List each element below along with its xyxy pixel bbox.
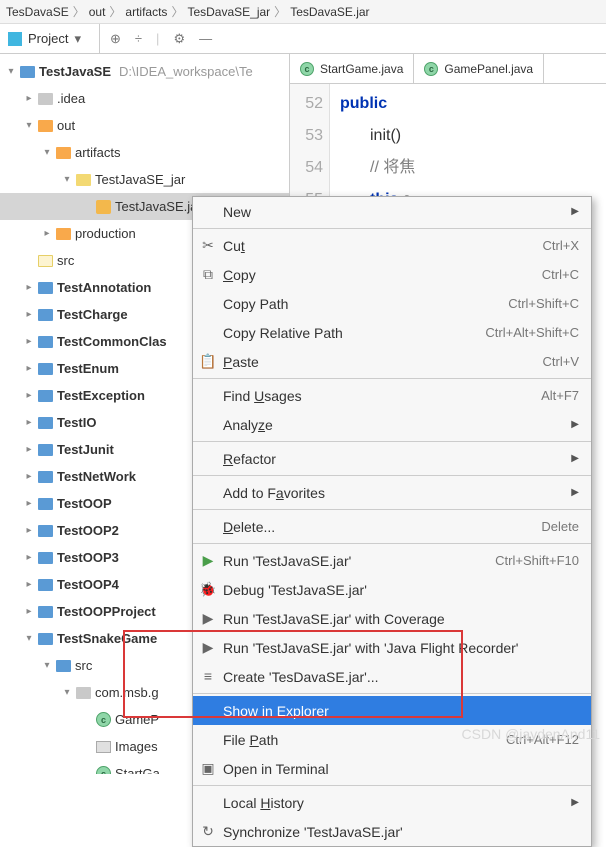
module-icon — [38, 471, 53, 483]
module-icon — [38, 525, 53, 537]
module-icon — [38, 309, 53, 321]
menu-show-explorer[interactable]: Show in Explorer — [193, 696, 591, 725]
folder-icon — [38, 120, 53, 132]
crumb-4[interactable]: TesDavaSE.jar — [290, 5, 369, 19]
package-icon — [76, 687, 91, 699]
chevron-right-icon: ▶ — [571, 419, 579, 430]
menu-copy[interactable]: ⧉CopyCtrl+C — [193, 260, 591, 289]
tree-artifacts[interactable]: ▾artifacts — [0, 139, 289, 166]
debug-icon: 🐞 — [199, 581, 217, 598]
menu-run-coverage[interactable]: ▶Run 'TestJavaSE.jar' with Coverage — [193, 604, 591, 633]
module-icon — [38, 336, 53, 348]
menu-local-history[interactable]: Local History▶ — [193, 788, 591, 817]
paste-icon: 📋 — [199, 353, 217, 370]
toolbar: Project ▾ ⊕ ÷ | ⚙ — — [0, 24, 606, 54]
terminal-icon: ▣ — [199, 760, 217, 777]
coverage-icon: ▶ — [199, 610, 217, 627]
menu-debug[interactable]: 🐞Debug 'TestJavaSE.jar' — [193, 575, 591, 604]
tree-out[interactable]: ▾out — [0, 112, 289, 139]
context-menu: New▶ ✂CutCtrl+X ⧉CopyCtrl+C Copy PathCtr… — [192, 196, 592, 847]
menu-open-terminal[interactable]: ▣Open in Terminal — [193, 754, 591, 783]
sync-icon: ↻ — [199, 823, 217, 840]
module-icon — [38, 282, 53, 294]
module-icon — [38, 579, 53, 591]
hide-icon[interactable]: — — [199, 31, 212, 46]
copy-icon: ⧉ — [199, 266, 217, 283]
run-icon: ▶ — [199, 552, 217, 569]
folder-icon — [56, 660, 71, 672]
create-icon: ≡ — [199, 668, 217, 684]
menu-run-jfr[interactable]: ▶Run 'TestJavaSE.jar' with 'Java Flight … — [193, 633, 591, 662]
class-icon — [96, 741, 111, 753]
folder-icon — [76, 174, 91, 186]
menu-refactor[interactable]: Refactor▶ — [193, 444, 591, 473]
class-icon: c — [424, 62, 438, 76]
project-label: Project — [28, 31, 68, 46]
module-icon — [38, 417, 53, 429]
class-icon: c — [96, 712, 111, 727]
module-icon — [38, 444, 53, 456]
chevron-right-icon: ▶ — [571, 797, 579, 808]
project-icon — [8, 32, 22, 46]
tab-gamepanel[interactable]: cGamePanel.java — [414, 54, 544, 83]
project-dropdown[interactable]: Project ▾ — [0, 24, 100, 53]
chevron-right-icon: ▶ — [571, 453, 579, 464]
menu-cut[interactable]: ✂CutCtrl+X — [193, 231, 591, 260]
module-icon — [38, 633, 53, 645]
crumb-3[interactable]: TesDavaSE_jar — [187, 5, 270, 19]
menu-find-usages[interactable]: Find UsagesAlt+F7 — [193, 381, 591, 410]
menu-analyze[interactable]: Analyze▶ — [193, 410, 591, 439]
module-icon — [38, 498, 53, 510]
jfr-icon: ▶ — [199, 639, 217, 656]
folder-icon — [56, 147, 71, 159]
folder-icon — [38, 255, 53, 267]
folder-icon — [56, 228, 71, 240]
tree-root[interactable]: ▾TestJavaSED:\IDEA_workspace\Te — [0, 58, 289, 85]
class-icon: c — [96, 766, 111, 774]
tree-idea[interactable]: ▸.idea — [0, 85, 289, 112]
crumb-0[interactable]: TesDavaSE — [6, 5, 69, 19]
collapse-icon[interactable]: ÷ — [135, 31, 142, 46]
menu-synchronize[interactable]: ↻Synchronize 'TestJavaSE.jar' — [193, 817, 591, 846]
menu-favorites[interactable]: Add to Favorites▶ — [193, 478, 591, 507]
editor-tabs: cStartGame.java cGamePanel.java — [290, 54, 606, 84]
menu-file-path[interactable]: File PathCtrl+Alt+F12 — [193, 725, 591, 754]
menu-copy-path[interactable]: Copy PathCtrl+Shift+C — [193, 289, 591, 318]
menu-run[interactable]: ▶Run 'TestJavaSE.jar'Ctrl+Shift+F10 — [193, 546, 591, 575]
module-icon — [38, 390, 53, 402]
folder-icon — [38, 93, 53, 105]
menu-new[interactable]: New▶ — [193, 197, 591, 226]
class-icon: c — [300, 62, 314, 76]
menu-delete[interactable]: Delete...Delete — [193, 512, 591, 541]
tree-jar-dir[interactable]: ▾TestJavaSE_jar — [0, 166, 289, 193]
chevron-down-icon: ▾ — [74, 31, 81, 47]
crumb-2[interactable]: artifacts — [125, 5, 167, 19]
menu-copy-rel[interactable]: Copy Relative PathCtrl+Alt+Shift+C — [193, 318, 591, 347]
cut-icon: ✂ — [199, 237, 217, 254]
module-icon — [38, 363, 53, 375]
locate-icon[interactable]: ⊕ — [110, 31, 121, 47]
gear-icon[interactable]: ⚙ — [173, 31, 185, 47]
crumb-1[interactable]: out — [89, 5, 106, 19]
chevron-right-icon: ▶ — [571, 206, 579, 217]
menu-paste[interactable]: 📋PasteCtrl+V — [193, 347, 591, 376]
menu-create[interactable]: ≡Create 'TesDavaSE.jar'... — [193, 662, 591, 691]
module-icon — [38, 606, 53, 618]
breadcrumb: TesDavaSE〉 out〉 artifacts〉 TesDavaSE_jar… — [0, 0, 606, 24]
module-icon — [20, 66, 35, 78]
chevron-right-icon: ▶ — [571, 487, 579, 498]
module-icon — [38, 552, 53, 564]
tab-startgame[interactable]: cStartGame.java — [290, 54, 414, 83]
jar-icon — [96, 200, 111, 214]
